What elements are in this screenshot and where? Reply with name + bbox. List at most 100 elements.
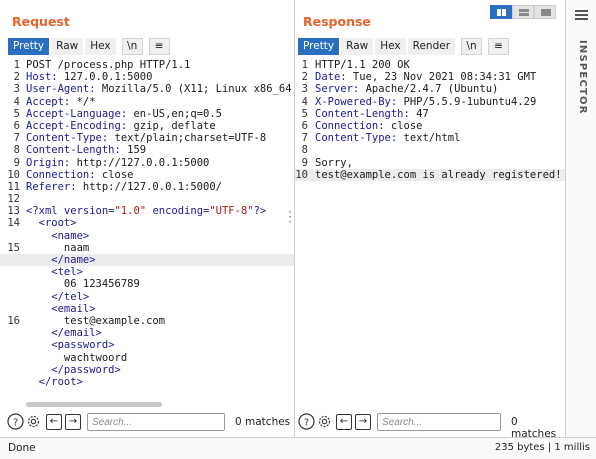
request-search-bar: ? ← → 0 matches: [0, 411, 294, 433]
code-line: 7 Content-Type: text/html: [295, 132, 565, 144]
line-content: User-Agent: Mozilla/5.0 (X11; Linux x86_…: [26, 83, 294, 95]
xml-decl-part: encoding=: [146, 205, 210, 218]
line-number: 2: [13, 71, 20, 84]
line-number: 8: [301, 144, 308, 157]
xml-tag: </password>: [26, 363, 121, 376]
more-options-icon[interactable]: · · ·: [288, 206, 292, 228]
line-number: 7: [301, 132, 308, 145]
tab-raw[interactable]: Raw: [341, 38, 374, 55]
line-number: 4: [301, 95, 308, 108]
tab-raw[interactable]: Raw: [51, 38, 84, 55]
editor-menu-button[interactable]: ≡: [488, 38, 510, 55]
line-content: </password>: [26, 364, 294, 376]
header-name: Content-Type:: [315, 132, 398, 145]
code-line: 5 Accept-Language: en-US,en;q=0.5: [0, 108, 294, 120]
header-name: Origin:: [26, 156, 71, 169]
layout-tabs-button[interactable]: [534, 5, 556, 19]
line-text: 06 123456789: [26, 278, 140, 291]
request-editor[interactable]: 1 POST /process.php HTTP/1.1 2 Host: 127.0.…: [0, 59, 294, 388]
line-number: 3: [301, 83, 308, 96]
line-number: 10: [7, 168, 20, 181]
code-line: 1 HTTP/1.1 200 OK: [295, 59, 565, 71]
request-view-tabs: Pretty Raw Hex \n ≡: [8, 38, 170, 55]
tab-pretty[interactable]: Pretty: [298, 38, 340, 55]
xml-decl-part: version=: [63, 205, 115, 218]
code-line: 12: [0, 193, 294, 205]
response-search-input[interactable]: [377, 413, 501, 431]
rows-icon: [519, 9, 529, 16]
inspector-label[interactable]: INSPECTOR: [577, 40, 588, 115]
header-value: close: [384, 119, 423, 132]
line-number: 8: [13, 144, 20, 157]
request-search-input[interactable]: [87, 413, 225, 431]
header-name: Content-Type:: [26, 132, 109, 145]
header-value: http://127.0.0.1:5000/: [76, 180, 222, 193]
line-text: test@example.com is already registered!: [315, 168, 562, 181]
line-number: 4: [13, 95, 20, 108]
tab-hex[interactable]: Hex: [375, 38, 406, 55]
xml-tag: <email>: [26, 302, 96, 315]
gear-icon[interactable]: [316, 413, 333, 430]
xml-tag: </tel>: [26, 290, 90, 303]
code-line: <tel>: [0, 266, 294, 278]
code-line: 11 Referer: http://127.0.0.1:5000/: [0, 181, 294, 193]
tab-hex[interactable]: Hex: [85, 38, 116, 55]
response-stats: 235 bytes | 1 millis: [494, 442, 590, 453]
line-content: Origin: http://127.0.0.1:5000: [26, 157, 294, 169]
line-content: wachtwoord: [26, 352, 294, 364]
code-line: 13 <?xml version="1.0" encoding="UTF-8"?>: [0, 205, 294, 217]
line-number: 5: [301, 107, 308, 120]
line-number: 9: [13, 156, 20, 169]
layout-side-by-side-button[interactable]: [490, 5, 512, 19]
line-text: Sorry,: [315, 156, 353, 169]
code-line: 6 Accept-Encoding: gzip, deflate: [0, 120, 294, 132]
code-line: 14 <root>: [0, 217, 294, 229]
header-name: User-Agent:: [26, 83, 96, 96]
search-prev-button[interactable]: ←: [336, 414, 352, 430]
inspector-menu-icon[interactable]: [575, 10, 588, 22]
line-number: 15: [7, 241, 20, 254]
layout-stacked-button[interactable]: [512, 5, 534, 19]
header-name: Content-Length:: [315, 107, 410, 120]
search-next-button[interactable]: →: [65, 414, 81, 430]
gear-icon[interactable]: [25, 413, 42, 430]
header-name: Content-Length:: [26, 144, 121, 157]
help-icon[interactable]: ?: [298, 413, 315, 430]
code-line: </tel>: [0, 291, 294, 303]
header-value: gzip, deflate: [127, 119, 216, 132]
line-number: 12: [7, 193, 20, 206]
xml-tag: <tel>: [26, 266, 83, 279]
status-text: Done: [8, 442, 36, 454]
header-value: close: [95, 168, 134, 181]
newline-toggle-button[interactable]: \n: [121, 38, 143, 55]
line-number: 5: [13, 107, 20, 120]
header-value: text/html: [397, 132, 461, 145]
search-prev-button[interactable]: ←: [46, 414, 62, 430]
line-content: </tel>: [26, 291, 294, 303]
line-number: 16: [7, 314, 20, 327]
code-line: 9 Origin: http://127.0.0.1:5000: [0, 157, 294, 169]
code-line: <password>: [0, 339, 294, 351]
line-content: <email>: [26, 303, 294, 315]
inspector-panel[interactable]: INSPECTOR: [565, 0, 596, 437]
horizontal-scrollbar[interactable]: [26, 402, 162, 407]
tab-pretty[interactable]: Pretty: [8, 38, 50, 55]
line-number: 14: [7, 217, 20, 230]
line-text: POST /process.php HTTP/1.1: [26, 59, 191, 71]
line-content: Connection: close: [26, 169, 294, 181]
code-line: 10 test@example.com is already registered…: [295, 168, 565, 181]
header-name: Accept:: [26, 95, 71, 108]
search-next-button[interactable]: →: [355, 414, 371, 430]
line-content: X-Powered-By: PHP/5.5.9-1ubuntu4.29: [315, 96, 536, 108]
header-name: Connection:: [26, 168, 96, 181]
newline-toggle-button[interactable]: \n: [461, 38, 483, 55]
code-line: 4 Accept: */*: [0, 96, 294, 108]
editor-menu-button[interactable]: ≡: [148, 38, 170, 55]
tab-render[interactable]: Render: [407, 38, 456, 55]
response-editor[interactable]: 1 HTTP/1.1 200 OK 2 Date: Tue, 23 Nov 2021 …: [295, 59, 565, 181]
line-text: naam: [26, 241, 90, 254]
help-icon[interactable]: ?: [7, 413, 24, 430]
svg-text:?: ?: [304, 418, 309, 429]
header-value: 159: [120, 144, 147, 157]
line-content: Accept-Encoding: gzip, deflate: [26, 120, 294, 132]
